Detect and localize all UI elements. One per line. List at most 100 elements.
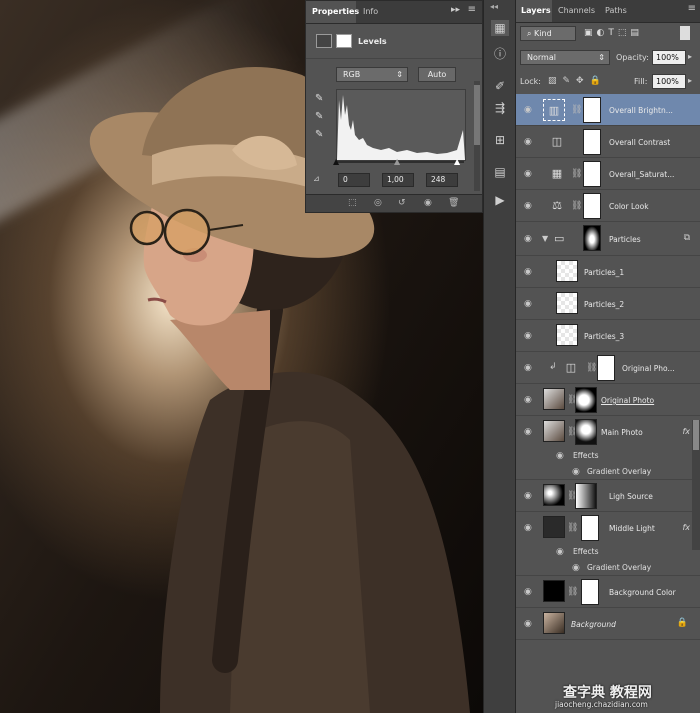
lock-options-icons[interactable]: ▨✎✥🔒 bbox=[548, 76, 607, 86]
layer-mask-thumbnail[interactable] bbox=[583, 129, 601, 155]
view-previous-icon[interactable]: ◎ bbox=[374, 198, 382, 208]
visibility-icon[interactable]: ◉ bbox=[424, 198, 432, 208]
eye-icon[interactable]: ◉ bbox=[524, 201, 532, 211]
layers-menu-icon[interactable]: ≡ bbox=[688, 3, 696, 14]
channel-select[interactable]: RGB ⇕ bbox=[336, 67, 408, 82]
input-black-field[interactable]: 0 bbox=[338, 173, 370, 187]
tab-properties[interactable]: Properties bbox=[312, 7, 359, 16]
layer-name[interactable]: Background Color bbox=[609, 588, 676, 597]
layer-mask-thumbnail[interactable] bbox=[583, 225, 601, 251]
eye-icon[interactable]: ◉ bbox=[524, 267, 532, 277]
layers-scrollbar[interactable] bbox=[692, 420, 700, 550]
panel-menu-icon[interactable]: ≡ bbox=[468, 4, 476, 15]
effects-row-main-photo[interactable]: ◉ Effects bbox=[516, 448, 700, 464]
scrollbar-thumb[interactable] bbox=[693, 420, 699, 450]
info-dock-icon[interactable]: ⓘ bbox=[491, 46, 509, 62]
layer-row-overall-saturation[interactable]: ◉ ▦ ⛓ Overall_Saturat... bbox=[516, 158, 700, 190]
white-point-slider[interactable]: ▲ bbox=[454, 157, 460, 166]
layer-name[interactable]: Particles bbox=[609, 235, 641, 244]
gray-eyedropper-icon[interactable]: ✎ bbox=[315, 111, 323, 122]
brush-dock-icon[interactable]: ✐ bbox=[491, 78, 509, 94]
properties-scrollbar[interactable] bbox=[474, 81, 480, 191]
layer-row-overall-brightness[interactable]: ◉ ▥ ⛓ Overall Brightn... bbox=[516, 94, 700, 126]
black-eyedropper-icon[interactable]: ✎ bbox=[315, 93, 323, 104]
input-gamma-field[interactable]: 1,00 bbox=[382, 173, 414, 187]
eye-icon[interactable]: ◉ bbox=[572, 467, 580, 477]
eye-icon[interactable]: ◉ bbox=[524, 587, 532, 597]
layer-name[interactable]: Particles_3 bbox=[584, 332, 624, 341]
clip-to-layer-icon[interactable]: ⬚ bbox=[348, 198, 357, 208]
layer-mask-thumbnail[interactable] bbox=[597, 355, 615, 381]
layer-mask-thumbnail[interactable] bbox=[575, 387, 597, 413]
eye-icon[interactable]: ◉ bbox=[524, 299, 532, 309]
eye-icon[interactable]: ◉ bbox=[524, 169, 532, 179]
layer-row-background-color[interactable]: ◉ ⛓ Background Color bbox=[516, 576, 700, 608]
input-white-field[interactable]: 248 bbox=[426, 173, 458, 187]
fx-icon[interactable]: fx bbox=[682, 523, 690, 532]
layer-mask-thumbnail[interactable] bbox=[575, 483, 597, 509]
layer-row-particles-2[interactable]: ◉ Particles_2 bbox=[516, 288, 700, 320]
layer-mask-thumbnail[interactable] bbox=[583, 161, 601, 187]
scrollbar-thumb[interactable] bbox=[474, 85, 480, 145]
white-eyedropper-icon[interactable]: ✎ bbox=[315, 129, 323, 140]
eye-icon[interactable]: ◉ bbox=[556, 547, 564, 557]
layer-row-color-look[interactable]: ◉ ⚖ ⛓ Color Look bbox=[516, 190, 700, 222]
fill-input[interactable]: 100% bbox=[652, 74, 686, 89]
layer-mask-thumbnail[interactable] bbox=[581, 515, 599, 541]
eye-icon[interactable]: ◉ bbox=[524, 331, 532, 341]
tab-layers[interactable]: Layers bbox=[521, 6, 551, 15]
layer-name[interactable]: Overall_Saturat... bbox=[609, 170, 674, 179]
layer-row-particles-3[interactable]: ◉ Particles_3 bbox=[516, 320, 700, 352]
eye-icon[interactable]: ◉ bbox=[572, 563, 580, 573]
chain-link-icon[interactable]: ⛓ bbox=[567, 587, 578, 597]
layer-name[interactable]: Particles_1 bbox=[584, 268, 624, 277]
chain-link-icon[interactable]: ⛓ bbox=[571, 169, 582, 179]
layer-name[interactable]: Main Photo bbox=[601, 428, 643, 437]
chain-link-icon[interactable]: ⛓ bbox=[586, 363, 597, 373]
layer-name[interactable]: Middle Light bbox=[609, 524, 655, 533]
fx-icon[interactable]: fx bbox=[682, 427, 690, 436]
eye-icon[interactable]: ◉ bbox=[556, 451, 564, 461]
layer-row-main-photo[interactable]: ◉ ⛓ Main Photo fx bbox=[516, 416, 700, 448]
trash-icon[interactable]: 🗑 bbox=[448, 198, 459, 208]
opacity-dropdown-icon[interactable]: ▸ bbox=[688, 52, 692, 61]
chain-link-icon[interactable]: ⛓ bbox=[571, 105, 582, 115]
layer-row-middle-light[interactable]: ◉ ⛓ Middle Light fx bbox=[516, 512, 700, 544]
layer-name[interactable]: Particles_2 bbox=[584, 300, 624, 309]
eye-icon[interactable]: ◉ bbox=[524, 619, 532, 629]
eye-icon[interactable]: ◉ bbox=[524, 234, 532, 244]
filter-kind-select[interactable]: ⌕ Kind bbox=[520, 26, 576, 41]
layer-name[interactable]: Ligh Source bbox=[609, 492, 653, 501]
fill-dropdown-icon[interactable]: ▸ bbox=[688, 76, 692, 85]
tool-presets-dock-icon[interactable]: ⇶ bbox=[491, 100, 509, 116]
filter-type-icons[interactable]: ▣◐T⬚▤ bbox=[584, 28, 643, 38]
layer-name[interactable]: Overall Brightn... bbox=[609, 106, 673, 115]
chain-link-icon[interactable]: ⛓ bbox=[571, 201, 582, 211]
eye-icon[interactable]: ◉ bbox=[524, 427, 532, 437]
gradient-overlay-row-main-photo[interactable]: ◉ Gradient Overlay bbox=[516, 464, 700, 480]
layer-name[interactable]: Overall Contrast bbox=[609, 138, 670, 147]
gamma-slider[interactable]: ▲ bbox=[394, 157, 400, 166]
auto-button[interactable]: Auto bbox=[418, 67, 456, 82]
layer-mask-thumbnail[interactable] bbox=[583, 97, 601, 123]
history-dock-icon[interactable]: ▤ bbox=[491, 164, 509, 180]
layer-mask-icon[interactable] bbox=[336, 34, 352, 48]
tab-info[interactable]: Info bbox=[363, 7, 378, 16]
layer-row-light-source[interactable]: ◉ ⛓ Ligh Source bbox=[516, 480, 700, 512]
chain-link-icon[interactable]: ⛓ bbox=[567, 523, 578, 533]
layer-name[interactable]: Color Look bbox=[609, 202, 649, 211]
layer-name[interactable]: Original Pho... bbox=[622, 364, 675, 373]
properties-dock-icon[interactable]: ▦ bbox=[491, 20, 509, 36]
layer-row-original-photo[interactable]: ◉ ⛓ Original Photo bbox=[516, 384, 700, 416]
layer-mask-thumbnail[interactable] bbox=[583, 193, 601, 219]
layer-name[interactable]: Original Photo bbox=[601, 396, 654, 405]
layer-row-original-photo-adjustment[interactable]: ◉ ↲ ◫ ⛓ Original Pho... bbox=[516, 352, 700, 384]
layer-row-particles-group[interactable]: ◉ ▼ ▭ Particles ⧉ bbox=[516, 222, 700, 256]
filter-toggle[interactable] bbox=[680, 26, 690, 40]
blend-mode-select[interactable]: Normal ⇕ bbox=[520, 50, 610, 65]
eye-icon[interactable]: ◉ bbox=[524, 137, 532, 147]
eye-icon[interactable]: ◉ bbox=[524, 363, 532, 373]
reset-icon[interactable]: ↺ bbox=[398, 198, 406, 208]
actions-dock-icon[interactable]: ▶ bbox=[491, 192, 509, 208]
layer-row-particles-1[interactable]: ◉ Particles_1 bbox=[516, 256, 700, 288]
